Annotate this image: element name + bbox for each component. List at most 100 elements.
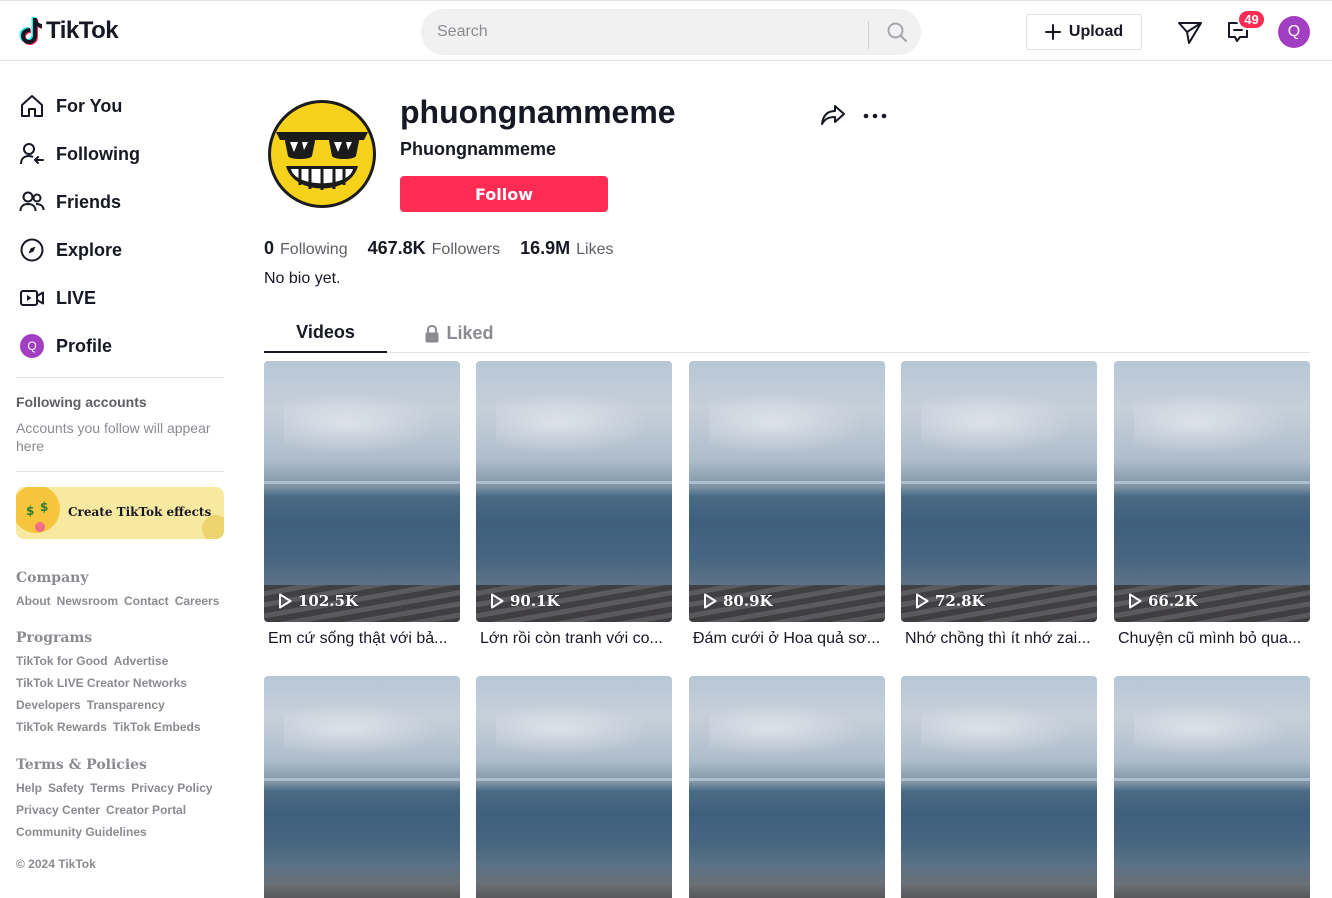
footer-link[interactable]: TikTok LIVE Creator Networks [16, 675, 187, 692]
footer-link[interactable]: Help [16, 780, 42, 797]
video-thumbnail[interactable] [1114, 676, 1310, 898]
nav-for-you[interactable]: For You [16, 86, 224, 126]
video-thumbnail[interactable]: 72.8K [901, 361, 1097, 622]
view-count: 72.8K [915, 592, 985, 610]
stat-label: Following [280, 240, 348, 258]
footer-terms-title: Terms & Policies [16, 757, 147, 773]
header-avatar[interactable]: Q [1278, 16, 1310, 48]
stat-followers[interactable]: 467.8K Followers [368, 238, 501, 259]
footer-link[interactable]: Advertise [114, 653, 169, 670]
inbox-badge: 49 [1237, 9, 1266, 30]
video-card[interactable]: 80.9K Đám cưới ở Hoa quả sơ... [689, 361, 885, 647]
nav-label: LIVE [56, 287, 97, 308]
video-thumbnail[interactable]: 90.1K [476, 361, 672, 622]
svg-text:$: $ [26, 504, 34, 518]
video-card[interactable] [901, 676, 1097, 898]
footer-link[interactable]: Privacy Policy [131, 780, 212, 797]
video-card[interactable] [264, 676, 460, 898]
view-count: 80.9K [703, 592, 773, 610]
footer-link[interactable]: Careers [175, 593, 220, 610]
footer-link[interactable]: About [16, 593, 51, 610]
profile-nickname: Phuongnammeme [400, 139, 557, 159]
video-caption[interactable]: Nhớ chồng thì ít nhớ zai... [905, 630, 1093, 648]
video-thumbnail[interactable] [476, 676, 672, 898]
thumbnail-art [901, 481, 1097, 485]
video-thumbnail[interactable]: 102.5K [264, 361, 460, 622]
footer-link[interactable]: TikTok Rewards [16, 719, 107, 736]
view-count: 90.1K [490, 592, 560, 610]
video-thumbnail[interactable] [901, 676, 1097, 898]
profile-tabs: Videos Liked [264, 314, 1310, 353]
stat-label: Likes [576, 240, 614, 258]
search-button[interactable] [877, 17, 917, 47]
video-caption[interactable]: Đám cưới ở Hoa quả sơ... [693, 630, 881, 648]
search-input[interactable] [437, 9, 867, 55]
footer-link[interactable]: Newsroom [57, 593, 118, 610]
video-card[interactable]: 72.8K Nhớ chồng thì ít nhớ zai... [901, 361, 1097, 647]
nav-explore[interactable]: Explore [16, 230, 224, 270]
upload-button[interactable]: Upload [1026, 14, 1142, 50]
following-icon [16, 138, 48, 170]
video-thumbnail[interactable]: 80.9K [689, 361, 885, 622]
view-count: 102.5K [278, 592, 358, 610]
footer-link[interactable]: Safety [48, 780, 84, 797]
footer-link[interactable]: Creator Portal [106, 802, 186, 819]
footer-link[interactable]: TikTok for Good [16, 653, 108, 670]
create-effects-banner[interactable]: $ $ Create TikTok effects [16, 487, 224, 539]
thumbnail-art [283, 392, 441, 455]
video-card[interactable]: 102.5K Em cứ sống thật với bả... [264, 361, 460, 647]
video-thumbnail[interactable]: 66.2K [1114, 361, 1310, 622]
video-thumbnail[interactable] [264, 676, 460, 898]
video-card[interactable] [476, 676, 672, 898]
live-icon [16, 282, 48, 314]
more-options-button[interactable] [860, 100, 890, 130]
thumbnail-art [1114, 778, 1310, 782]
video-caption[interactable]: Lớn rồi còn tranh với co... [480, 630, 668, 648]
tiktok-logo[interactable]: TikTok [16, 15, 119, 47]
share-button[interactable] [818, 100, 848, 130]
messages-button[interactable] [1174, 16, 1206, 48]
stat-value: 16.9M [520, 237, 571, 258]
stat-value: 467.8K [367, 237, 426, 258]
thumbnail-art [920, 392, 1078, 455]
video-card[interactable]: 90.1K Lớn rồi còn tranh với co... [476, 361, 672, 647]
tab-liked[interactable]: Liked [409, 314, 509, 353]
stat-following[interactable]: 0 Following [264, 238, 348, 259]
follow-button[interactable]: Follow [400, 176, 608, 212]
nav-profile[interactable]: Q Profile [16, 326, 224, 366]
thumbnail-art [1133, 702, 1291, 756]
video-thumbnail[interactable] [689, 676, 885, 898]
nav-live[interactable]: LIVE [16, 278, 224, 318]
upload-label: Upload [1068, 23, 1124, 40]
video-card[interactable] [1114, 676, 1310, 898]
footer-link[interactable]: Contact [124, 593, 169, 610]
video-caption[interactable]: Em cứ sống thật với bả... [268, 630, 456, 648]
thumbnail-art [264, 778, 460, 782]
tab-videos[interactable]: Videos [264, 314, 387, 353]
thumbnail-art [495, 702, 653, 756]
footer-link[interactable]: Community Guidelines [16, 824, 147, 841]
search-bar [421, 9, 921, 55]
footer-link[interactable]: Developers [16, 697, 81, 714]
nav-following[interactable]: Following [16, 134, 224, 174]
footer-link[interactable]: Terms [90, 780, 125, 797]
footer-company-links: About Newsroom Contact Careers [16, 593, 224, 610]
video-caption[interactable]: Chuyện cũ mình bỏ qua... [1118, 630, 1306, 648]
svg-text:$: $ [40, 500, 48, 514]
video-card[interactable] [689, 676, 885, 898]
footer-link[interactable]: Transparency [87, 697, 165, 714]
home-icon [16, 90, 48, 122]
play-icon [916, 593, 929, 609]
following-accounts-note: Accounts you follow will appear here [16, 420, 211, 454]
profile-stats: 0 Following 467.8K Followers 16.9M Likes [264, 236, 634, 260]
create-effects-label: Create TikTok effects [68, 505, 212, 519]
thumbnail-art [283, 702, 441, 756]
profile-avatar[interactable] [264, 96, 380, 212]
nav-friends[interactable]: Friends [16, 182, 224, 222]
footer-link[interactable]: TikTok Embeds [113, 719, 201, 736]
view-count-value: 72.8K [935, 592, 985, 610]
paper-plane-icon [1178, 22, 1202, 44]
footer-link[interactable]: Privacy Center [16, 802, 100, 819]
video-card[interactable]: 66.2K Chuyện cũ mình bỏ qua... [1114, 361, 1310, 647]
avatar: Q [20, 334, 44, 358]
